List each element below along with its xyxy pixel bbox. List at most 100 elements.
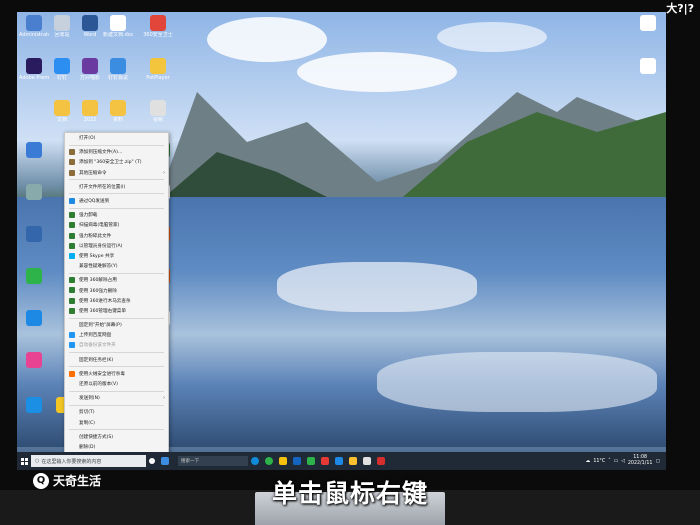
app-icon[interactable]	[363, 457, 371, 465]
context-menu-item-label: 强力粉碎此文件	[79, 233, 112, 239]
context-menu-item[interactable]: 扫描病毒(电脑管家)	[65, 220, 168, 230]
context-menu-item[interactable]: 自动备份该文件夹	[65, 340, 168, 350]
browser-icon[interactable]	[161, 457, 169, 465]
context-menu-item[interactable]: 强力粉碎此文件	[65, 231, 168, 241]
context-menu-item[interactable]: 使用 360进行木马云查杀	[65, 296, 168, 306]
menu-separator	[69, 404, 164, 406]
document-icon	[640, 15, 656, 31]
media-player-icon	[150, 58, 166, 74]
desktop-icon[interactable]: 资料	[103, 100, 133, 123]
clock[interactable]: 11:08 2022/1/11	[628, 455, 653, 467]
menu-separator	[69, 144, 164, 146]
context-menu-item[interactable]: 打开文件所在的位置(I)	[65, 182, 168, 192]
context-menu-item[interactable]: 固定到任务栏(K)	[65, 355, 168, 365]
context-menu-item[interactable]: 使用火绒安全进行杀毒	[65, 369, 168, 379]
context-menu-item[interactable]: 以管理员身份运行(A)	[65, 241, 168, 251]
wechat-icon[interactable]	[265, 457, 273, 465]
desktop-icon[interactable]	[19, 184, 49, 200]
desktop-icon[interactable]	[19, 310, 49, 326]
video-editor-icon	[82, 58, 98, 74]
context-menu-item[interactable]: 添加到 "360安全卫士.zip" (T)	[65, 157, 168, 167]
context-menu-item[interactable]: 固定到"开始"屏幕(P)	[65, 320, 168, 330]
desktop-icon[interactable]: Administrator	[19, 15, 49, 38]
browser-search-input[interactable]: 搜索一下	[178, 456, 248, 466]
context-menu-item[interactable]: 复制(C)	[65, 418, 168, 428]
wps-icon[interactable]	[321, 457, 329, 465]
desktop-icon[interactable]	[19, 226, 49, 242]
edge-icon[interactable]	[251, 457, 259, 465]
app-icon[interactable]	[335, 457, 343, 465]
app-icon	[26, 226, 42, 242]
context-menu-item-label: 以管理员身份运行(A)	[79, 243, 123, 249]
flame-icon	[69, 370, 75, 377]
context-menu-item[interactable]: 使用 Skype 共享	[65, 251, 168, 261]
desktop-icon[interactable]: 钉钉	[47, 58, 77, 81]
desktop-icon[interactable]	[19, 268, 49, 284]
desktop-icon[interactable]: 回收站	[47, 15, 77, 38]
context-menu-item[interactable]: 打开(O)	[65, 133, 168, 143]
chevron-right-icon: ›	[163, 395, 165, 402]
desktop-icon[interactable]	[633, 58, 663, 74]
context-menu-item[interactable]: 上传到百度网盘	[65, 330, 168, 340]
context-menu-item-label: 使用火绒安全进行杀毒	[79, 371, 125, 377]
task-view-icon[interactable]	[149, 458, 155, 464]
context-menu-item-label: 添加到压缩文件(A)...	[79, 150, 123, 156]
context-menu-item-label: 固定到"开始"屏幕(P)	[79, 323, 122, 329]
context-menu-item[interactable]: 发送到(N) ›	[65, 393, 168, 403]
desktop-icon[interactable]: Adobe Premiere	[19, 58, 49, 81]
taskbar-search-input[interactable]: ○ 在这里输入你要搜索的内容	[31, 455, 146, 467]
clock-date: 2022/1/11	[627, 461, 653, 466]
shield-icon	[69, 242, 75, 249]
context-menu-item[interactable]: 添加到压缩文件(A)...	[65, 147, 168, 157]
antivirus-icon	[150, 15, 166, 31]
meeting-icon	[110, 58, 126, 74]
desktop-icon[interactable]: 万兴喵影	[75, 58, 105, 81]
windows-logo-icon	[20, 457, 28, 465]
file-explorer-icon[interactable]	[279, 457, 287, 465]
context-menu-item[interactable]: 还原以前的版本(V)	[65, 379, 168, 389]
desktop-icon[interactable]	[19, 397, 49, 413]
notification-icon[interactable]: ▢	[655, 459, 660, 464]
weather-icon[interactable]: ☁	[586, 459, 591, 464]
archive-icon	[69, 149, 75, 156]
desktop-icon[interactable]	[633, 15, 663, 31]
desktop-icon[interactable]: 360安全卫士	[143, 15, 173, 38]
context-menu: 打开(O) 添加到压缩文件(A)... 添加到 "360安全卫士.zip" (T) 其…	[64, 132, 169, 470]
user-folder-icon	[26, 15, 42, 31]
desktop-icon[interactable]: 新建文档.docx	[103, 15, 133, 38]
desktop-icon[interactable]: Word	[75, 15, 105, 38]
network-icon[interactable]: ▭	[614, 459, 619, 464]
start-button[interactable]	[17, 452, 31, 470]
app-icon[interactable]	[349, 457, 357, 465]
context-menu-item-label: 兼容性疑难解答(Y)	[79, 264, 118, 270]
app-icon[interactable]	[377, 457, 385, 465]
search-placeholder: 在这里输入你要搜索的内容	[41, 458, 102, 465]
desktop-icon[interactable]	[19, 352, 49, 368]
desktop-icon[interactable]	[19, 142, 49, 158]
shield-icon	[69, 287, 75, 294]
wechat-icon[interactable]	[307, 457, 315, 465]
context-menu-item[interactable]: 其他压缩命令 ›	[65, 168, 168, 178]
volume-icon[interactable]: ◁	[621, 459, 625, 464]
desktop-icon[interactable]: 钉钉会议	[103, 58, 133, 81]
context-menu-item-label: 使用 360管理右键菜单	[79, 308, 126, 314]
context-menu-item[interactable]: 使用 360管理右键菜单	[65, 306, 168, 316]
folder-icon	[54, 100, 70, 116]
context-menu-item[interactable]: 创建快捷方式(S)	[65, 432, 168, 442]
edge-icon	[26, 397, 42, 413]
context-menu-item[interactable]: 通过QQ发送到	[65, 196, 168, 206]
desktop-icon[interactable]: 视频	[143, 100, 173, 123]
tray-chevron-icon[interactable]: ˄	[608, 459, 610, 464]
desktop-icon[interactable]: 2022	[75, 100, 105, 123]
context-menu-item[interactable]: 强力卸载	[65, 210, 168, 220]
context-menu-item[interactable]: 兼容性疑难解答(Y)	[65, 261, 168, 271]
context-menu-item[interactable]: 删除(D)	[65, 442, 168, 452]
context-menu-item[interactable]: 使用 360解除占用	[65, 275, 168, 285]
context-menu-item[interactable]: 剪切(T)	[65, 407, 168, 417]
context-menu-item[interactable]: 使用 360强力删除	[65, 285, 168, 295]
reflection	[377, 352, 657, 412]
desktop-icon[interactable]: PotPlayer	[143, 58, 173, 81]
menu-separator	[69, 179, 164, 181]
desktop-icon[interactable]: 文档	[47, 100, 77, 123]
word-icon[interactable]	[293, 457, 301, 465]
